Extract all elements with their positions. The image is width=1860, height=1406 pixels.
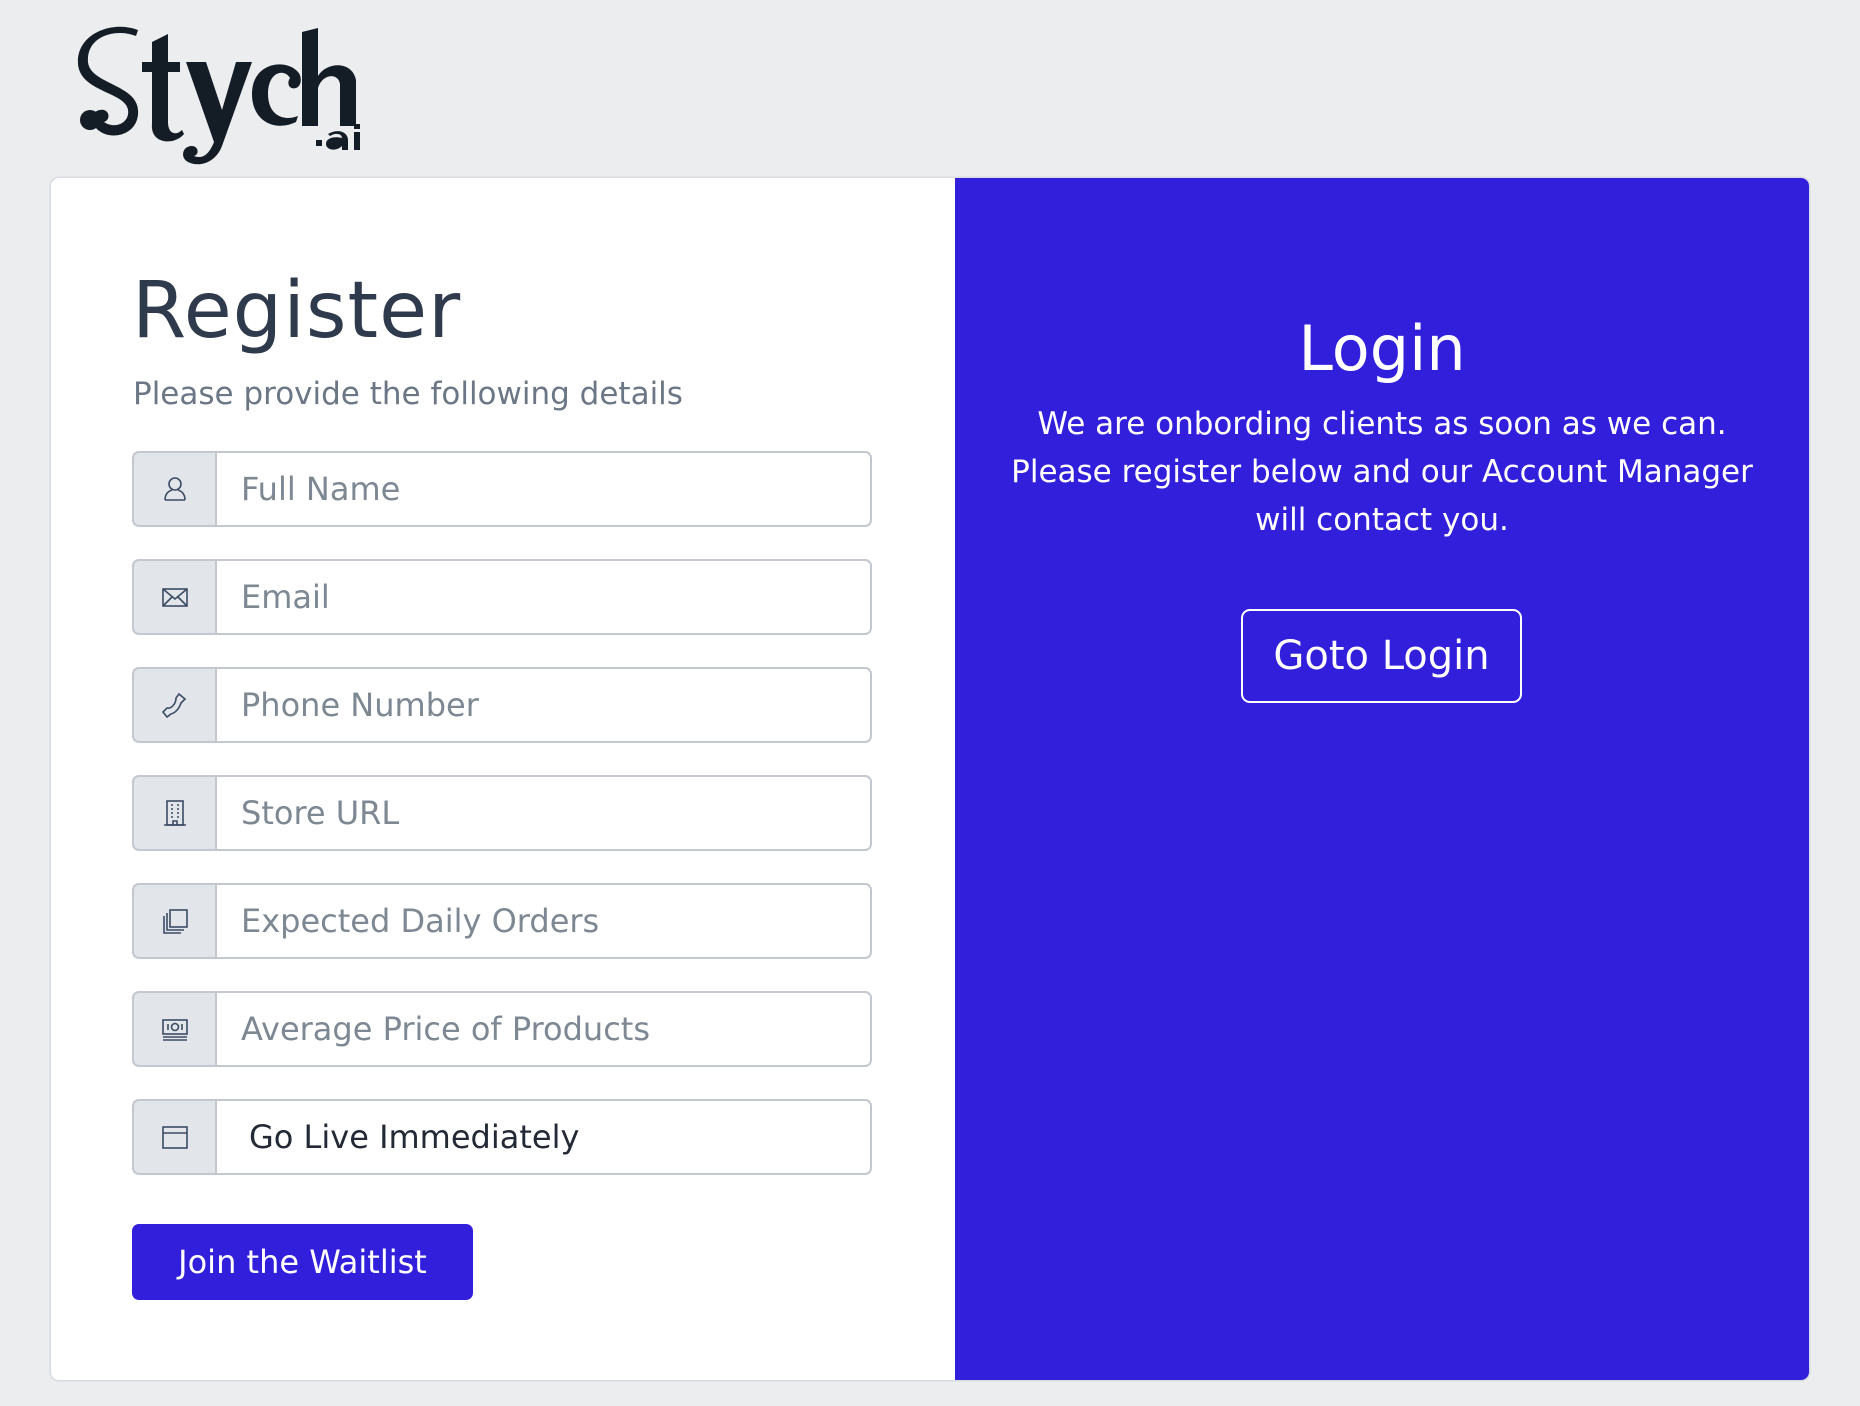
email-field: [132, 559, 872, 635]
daily-orders-input[interactable]: [215, 883, 872, 959]
building-icon: [132, 775, 215, 851]
stych-logo: [77, 26, 360, 165]
layers-icon: [132, 883, 215, 959]
register-subtitle: Please provide the following details: [133, 376, 683, 412]
auth-card: Register Please provide the following de…: [51, 178, 1809, 1380]
phone-input[interactable]: [215, 667, 872, 743]
user-icon: [132, 451, 215, 527]
average-price-input[interactable]: [215, 991, 872, 1067]
full-name-input[interactable]: [215, 451, 872, 527]
login-title: Login: [1298, 312, 1466, 385]
phone-icon: [132, 667, 215, 743]
envelope-icon: [132, 559, 215, 635]
store-url-field: [132, 775, 872, 851]
daily-orders-field: [132, 883, 872, 959]
phone-field: [132, 667, 872, 743]
go-live-field: Go Live Immediately: [132, 1099, 872, 1175]
average-price-field: [132, 991, 872, 1067]
register-title: Register: [132, 266, 462, 356]
login-description: We are onbording clients as soon as we c…: [1011, 406, 1753, 538]
register-panel: Register Please provide the following de…: [51, 178, 955, 1380]
store-url-input[interactable]: [215, 775, 872, 851]
money-icon: [132, 991, 215, 1067]
email-input[interactable]: [215, 559, 872, 635]
go-live-selected-value: Go Live Immediately: [249, 1118, 580, 1156]
join-waitlist-button[interactable]: Join the Waitlist: [132, 1224, 473, 1300]
go-live-select[interactable]: Go Live Immediately: [215, 1099, 872, 1175]
goto-login-button[interactable]: Goto Login: [1241, 609, 1522, 703]
calendar-icon: [132, 1099, 215, 1175]
full-name-field: [132, 451, 872, 527]
login-panel: Login We are onbording clients as soon a…: [955, 178, 1809, 1380]
